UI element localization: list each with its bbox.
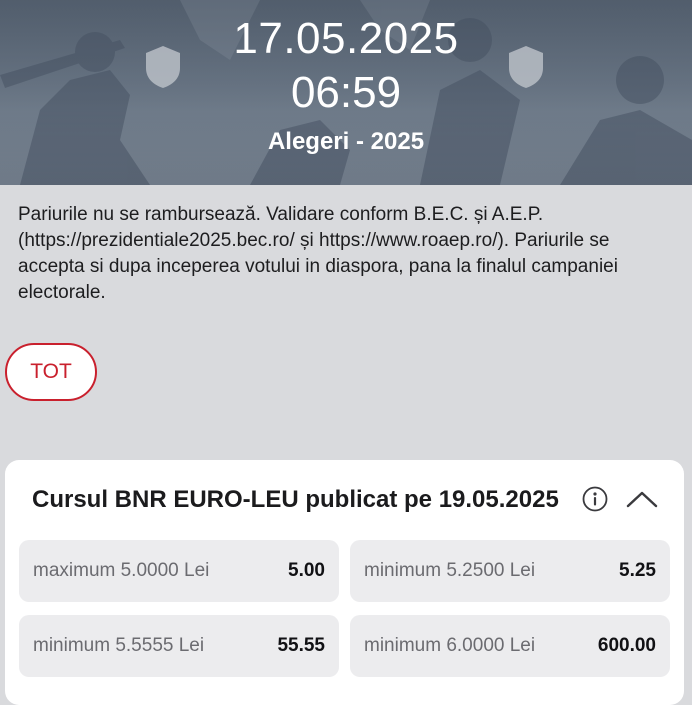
odd-value: 55.55 — [277, 635, 325, 656]
odd-button[interactable]: minimum 6.0000 Lei 600.00 — [350, 615, 670, 677]
event-description: Pariurile nu se rambursează. Validare co… — [18, 204, 618, 303]
odd-value: 600.00 — [597, 635, 656, 656]
event-date: 17.05.2025 — [233, 14, 459, 63]
odd-label: minimum 5.2500 Lei — [364, 560, 536, 581]
market-title: Cursul BNR EURO-LEU publicat pe 19.05.20… — [32, 486, 559, 513]
chevron-up-icon[interactable] — [625, 488, 659, 510]
event-name: Alegeri - 2025 — [267, 128, 425, 155]
odd-button[interactable]: minimum 5.5555 Lei 55.55 — [19, 615, 339, 677]
odd-button[interactable]: minimum 5.2500 Lei 5.25 — [350, 540, 670, 602]
odd-label: minimum 5.5555 Lei — [33, 635, 205, 656]
filter-chip-all[interactable]: TOT — [5, 343, 97, 401]
event-header-banner: 17.05.2025 06:59 Alegeri - 2025 — [0, 0, 692, 185]
odd-value: 5.25 — [619, 560, 656, 581]
odd-button[interactable]: maximum 5.0000 Lei 5.00 — [19, 540, 339, 602]
odd-label: maximum 5.0000 Lei — [33, 560, 210, 581]
market-card: Cursul BNR EURO-LEU publicat pe 19.05.20… — [5, 460, 684, 705]
info-icon[interactable] — [582, 486, 608, 512]
odd-label: minimum 6.0000 Lei — [364, 635, 536, 656]
event-time: 06:59 — [290, 68, 402, 117]
odd-value: 5.00 — [288, 560, 325, 581]
